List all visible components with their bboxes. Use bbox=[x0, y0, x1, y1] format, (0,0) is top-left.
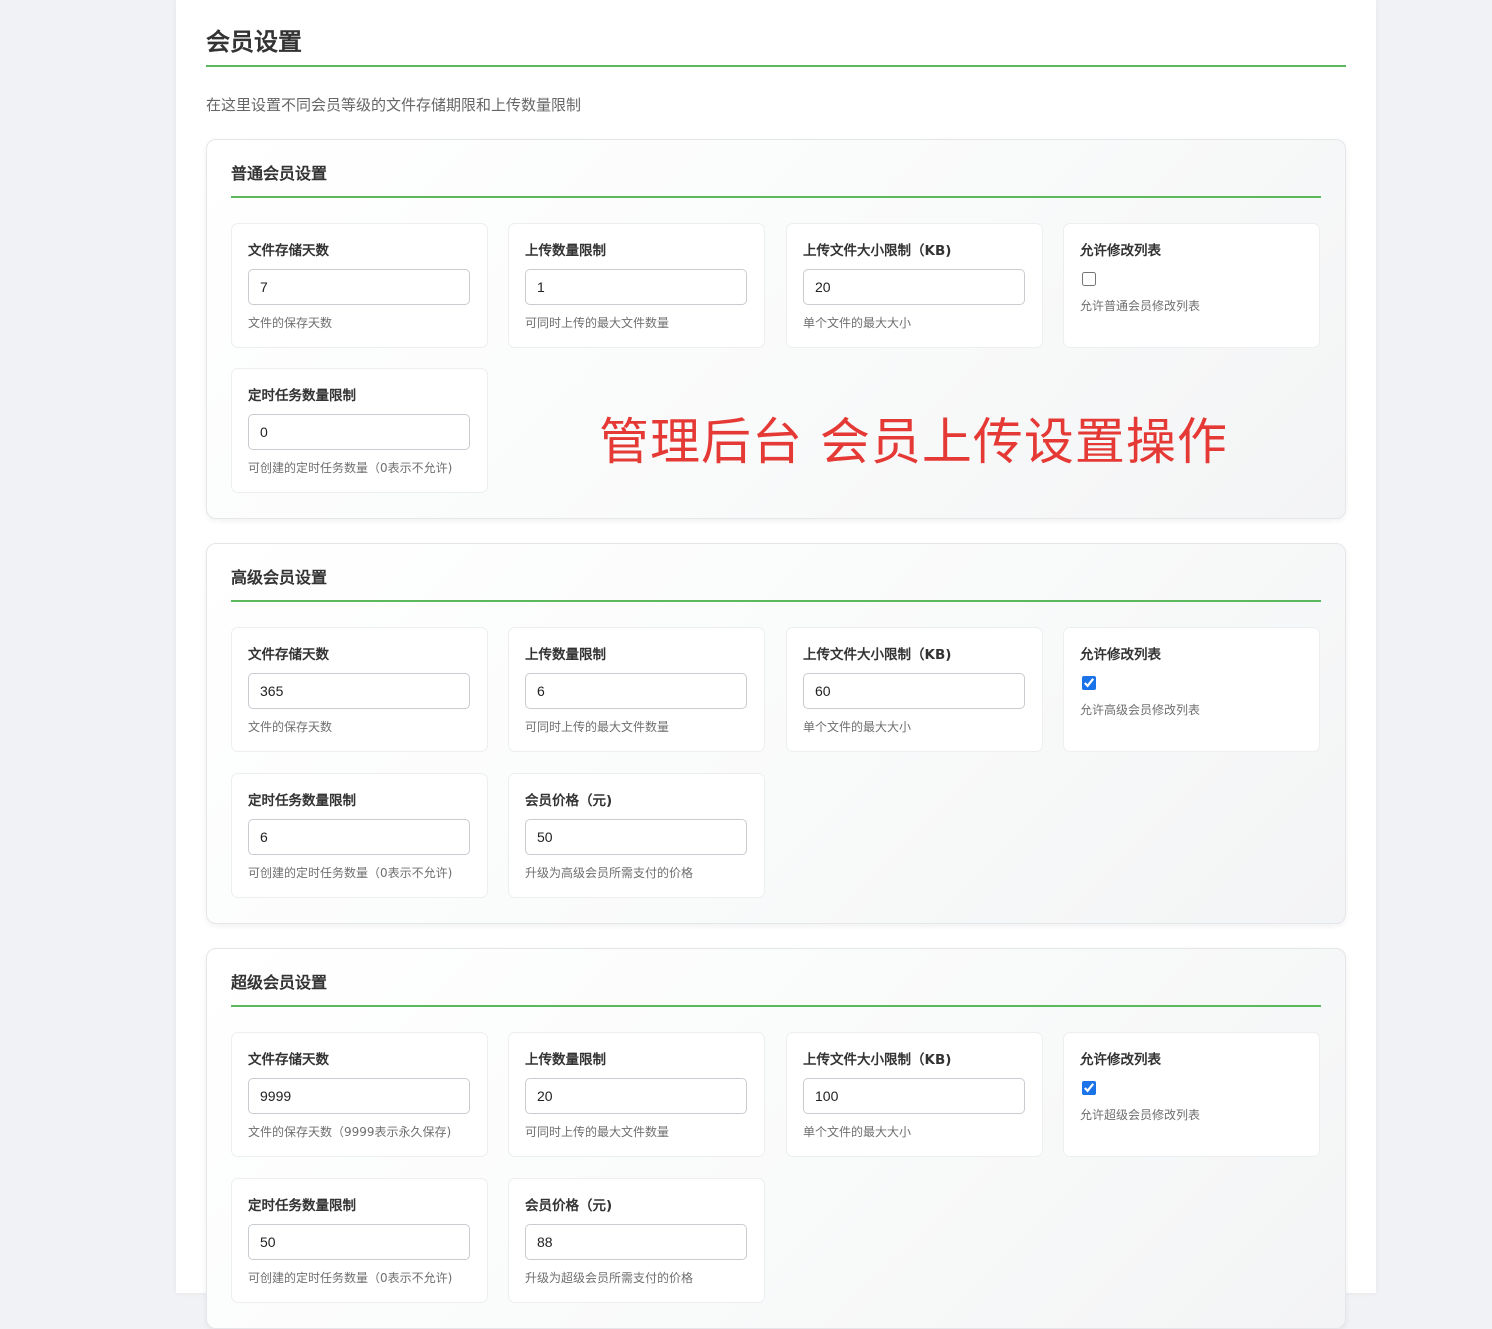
page-title: 会员设置 bbox=[206, 0, 1346, 67]
field-help: 升级为高级会员所需支付的价格 bbox=[525, 866, 694, 880]
allow-edit-checkbox[interactable] bbox=[1082, 676, 1096, 690]
field-help: 可创建的定时任务数量（0表示不允许) bbox=[248, 866, 453, 880]
field-label: 上传数量限制 bbox=[525, 243, 606, 259]
card-storage-days: 文件存储天数 文件的保存天数 bbox=[231, 223, 488, 348]
upload-count-input[interactable] bbox=[525, 1078, 747, 1114]
storage-days-input[interactable] bbox=[248, 673, 470, 709]
field-help: 升级为超级会员所需支付的价格 bbox=[525, 1271, 694, 1285]
field-help: 单个文件的最大大小 bbox=[803, 720, 912, 734]
member-price-input[interactable] bbox=[525, 819, 747, 855]
upload-size-input[interactable] bbox=[803, 269, 1025, 305]
field-help: 单个文件的最大大小 bbox=[803, 1125, 912, 1139]
field-help: 可同时上传的最大文件数量 bbox=[525, 316, 670, 330]
storage-days-input[interactable] bbox=[248, 1078, 470, 1114]
allow-edit-checkbox[interactable] bbox=[1082, 1081, 1096, 1095]
upload-size-input[interactable] bbox=[803, 1078, 1025, 1114]
field-help: 单个文件的最大大小 bbox=[803, 316, 912, 330]
card-storage-days: 文件存储天数 文件的保存天数（9999表示永久保存) bbox=[231, 1032, 488, 1157]
field-label: 会员价格（元) bbox=[525, 1198, 613, 1214]
overlay-annotation-text: 管理后台 会员上传设置操作 bbox=[599, 413, 1228, 471]
card-task-limit: 定时任务数量限制 可创建的定时任务数量（0表示不允许) bbox=[231, 773, 488, 898]
field-label: 上传文件大小限制（KB) bbox=[803, 243, 952, 259]
section-regular-member: 普通会员设置 文件存储天数 文件的保存天数 上传数量限制 可同时上传的最大文件数… bbox=[206, 139, 1346, 519]
field-help: 可创建的定时任务数量（0表示不允许) bbox=[248, 1271, 453, 1285]
field-label: 定时任务数量限制 bbox=[248, 1198, 356, 1214]
allow-edit-checkbox[interactable] bbox=[1082, 272, 1096, 286]
settings-page: 会员设置 在这里设置不同会员等级的文件存储期限和上传数量限制 普通会员设置 文件… bbox=[176, 0, 1376, 1329]
card-allow-edit: 允许修改列表 允许超级会员修改列表 bbox=[1063, 1032, 1320, 1157]
field-label: 上传数量限制 bbox=[525, 1052, 606, 1068]
card-allow-edit: 允许修改列表 允许高级会员修改列表 bbox=[1063, 627, 1320, 752]
field-help: 允许高级会员修改列表 bbox=[1080, 703, 1201, 717]
field-label: 上传文件大小限制（KB) bbox=[803, 1052, 952, 1068]
card-member-price: 会员价格（元) 升级为高级会员所需支付的价格 bbox=[508, 773, 765, 898]
field-help: 允许普通会员修改列表 bbox=[1080, 299, 1201, 313]
field-label: 允许修改列表 bbox=[1080, 647, 1161, 663]
card-upload-count: 上传数量限制 可同时上传的最大文件数量 bbox=[508, 1032, 765, 1157]
field-label: 文件存储天数 bbox=[248, 1052, 329, 1068]
field-label: 文件存储天数 bbox=[248, 647, 329, 663]
card-storage-days: 文件存储天数 文件的保存天数 bbox=[231, 627, 488, 752]
card-upload-size: 上传文件大小限制（KB) 单个文件的最大大小 bbox=[786, 1032, 1043, 1157]
section-title: 高级会员设置 bbox=[231, 566, 1321, 602]
field-label: 定时任务数量限制 bbox=[248, 388, 356, 404]
card-upload-count: 上传数量限制 可同时上传的最大文件数量 bbox=[508, 223, 765, 348]
upload-size-input[interactable] bbox=[803, 673, 1025, 709]
storage-days-input[interactable] bbox=[248, 269, 470, 305]
field-help: 可同时上传的最大文件数量 bbox=[525, 720, 670, 734]
page-content: 会员设置 在这里设置不同会员等级的文件存储期限和上传数量限制 普通会员设置 文件… bbox=[206, 0, 1346, 1329]
field-label: 上传数量限制 bbox=[525, 647, 606, 663]
section-title: 普通会员设置 bbox=[231, 162, 1321, 198]
field-label: 上传文件大小限制（KB) bbox=[803, 647, 952, 663]
task-limit-input[interactable] bbox=[248, 1224, 470, 1260]
field-help: 可创建的定时任务数量（0表示不允许) bbox=[248, 461, 453, 475]
field-help: 允许超级会员修改列表 bbox=[1080, 1108, 1201, 1122]
section-title: 超级会员设置 bbox=[231, 971, 1321, 1007]
card-member-price: 会员价格（元) 升级为超级会员所需支付的价格 bbox=[508, 1178, 765, 1303]
card-upload-size: 上传文件大小限制（KB) 单个文件的最大大小 bbox=[786, 627, 1043, 752]
task-limit-input[interactable] bbox=[248, 414, 470, 450]
upload-count-input[interactable] bbox=[525, 269, 747, 305]
page-description: 在这里设置不同会员等级的文件存储期限和上传数量限制 bbox=[206, 96, 582, 114]
field-label: 定时任务数量限制 bbox=[248, 793, 356, 809]
section-super-member: 超级会员设置 文件存储天数 文件的保存天数（9999表示永久保存) 上传数量限制… bbox=[206, 948, 1346, 1329]
field-help: 文件的保存天数（9999表示永久保存) bbox=[248, 1125, 452, 1139]
task-limit-input[interactable] bbox=[248, 819, 470, 855]
card-upload-count: 上传数量限制 可同时上传的最大文件数量 bbox=[508, 627, 765, 752]
field-label: 文件存储天数 bbox=[248, 243, 329, 259]
field-help: 可同时上传的最大文件数量 bbox=[525, 1125, 670, 1139]
card-task-limit: 定时任务数量限制 可创建的定时任务数量（0表示不允许) bbox=[231, 368, 488, 493]
field-label: 会员价格（元) bbox=[525, 793, 613, 809]
field-help: 文件的保存天数 bbox=[248, 720, 333, 734]
card-allow-edit: 允许修改列表 允许普通会员修改列表 bbox=[1063, 223, 1320, 348]
card-upload-size: 上传文件大小限制（KB) 单个文件的最大大小 bbox=[786, 223, 1043, 348]
card-task-limit: 定时任务数量限制 可创建的定时任务数量（0表示不允许) bbox=[231, 1178, 488, 1303]
section-premium-member: 高级会员设置 文件存储天数 文件的保存天数 上传数量限制 可同时上传的最大文件数… bbox=[206, 543, 1346, 924]
upload-count-input[interactable] bbox=[525, 673, 747, 709]
member-price-input[interactable] bbox=[525, 1224, 747, 1260]
field-label: 允许修改列表 bbox=[1080, 243, 1161, 259]
field-label: 允许修改列表 bbox=[1080, 1052, 1161, 1068]
field-help: 文件的保存天数 bbox=[248, 316, 333, 330]
